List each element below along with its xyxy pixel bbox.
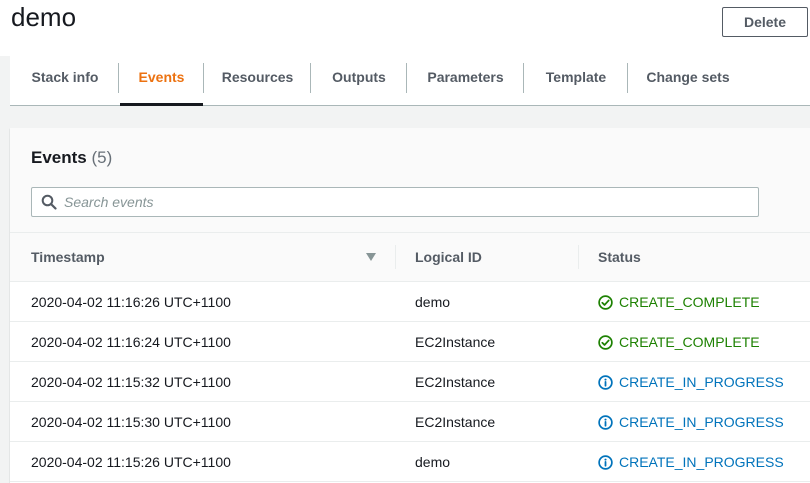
column-divider (395, 245, 396, 269)
table-row[interactable]: 2020-04-02 11:15:32 UTC+1100 EC2Instance C… (10, 362, 810, 402)
search-box (31, 187, 759, 217)
event-status: CREATE_COMPLETE (598, 282, 760, 322)
event-timestamp: 2020-04-02 11:16:26 UTC+1100 (31, 294, 231, 310)
table-row[interactable]: 2020-04-02 11:16:26 UTC+1100 demo CREATE_C… (10, 282, 810, 322)
info-circle-icon (598, 454, 613, 470)
events-panel: Events (5) Timestamp Logical ID Status 2… (10, 128, 810, 483)
tab-stack-info[interactable]: Stack info (10, 56, 120, 105)
event-status: CREATE_COMPLETE (598, 322, 760, 362)
event-timestamp: 2020-04-02 11:16:24 UTC+1100 (31, 334, 231, 350)
info-circle-icon (598, 374, 613, 390)
tab-resources[interactable]: Resources (204, 56, 311, 105)
sort-descending-icon[interactable] (365, 252, 377, 262)
search-icon (41, 194, 57, 210)
info-circle-icon (598, 414, 613, 430)
event-timestamp: 2020-04-02 11:15:32 UTC+1100 (31, 374, 231, 390)
column-header-status[interactable]: Status (598, 233, 798, 281)
cloudformation-stack-page: demo Delete Stack info Events Resources … (0, 0, 810, 483)
table-row[interactable]: 2020-04-02 11:15:30 UTC+1100 EC2Instance C… (10, 402, 810, 442)
event-status-label: CREATE_COMPLETE (619, 334, 760, 350)
tab-template[interactable]: Template (524, 56, 628, 105)
page-header: demo Delete (0, 0, 810, 56)
stack-title: demo (11, 2, 77, 32)
event-logical-id: demo (415, 454, 451, 470)
column-header-timestamp[interactable]: Timestamp (31, 233, 381, 281)
event-status-label: CREATE_IN_PROGRESS (619, 374, 784, 390)
event-logical-id: EC2Instance (415, 374, 496, 390)
event-status: CREATE_IN_PROGRESS (598, 442, 784, 482)
column-divider (578, 245, 579, 269)
event-logical-id: EC2Instance (415, 334, 496, 350)
search-events-input[interactable] (64, 188, 754, 216)
event-status-label: CREATE_IN_PROGRESS (619, 414, 784, 430)
tab-outputs[interactable]: Outputs (311, 56, 407, 105)
event-logical-id: demo (415, 294, 451, 310)
table-row[interactable]: 2020-04-02 11:16:24 UTC+1100 EC2Instance C… (10, 322, 810, 362)
events-heading-label: Events (31, 148, 87, 167)
delete-button[interactable]: Delete (722, 7, 808, 37)
column-header-logical-id[interactable]: Logical ID (415, 233, 575, 281)
events-panel-header: Events (5) (10, 128, 810, 233)
tab-divider (118, 63, 119, 93)
stack-tabs: Stack info Events Resources Outputs Para… (10, 56, 810, 106)
event-logical-id: EC2Instance (415, 414, 496, 430)
event-status-label: CREATE_COMPLETE (619, 294, 760, 310)
table-row[interactable]: 2020-04-02 11:15:26 UTC+1100 demo CREATE_I… (10, 442, 810, 482)
event-timestamp: 2020-04-02 11:15:26 UTC+1100 (31, 454, 231, 470)
event-status-label: CREATE_IN_PROGRESS (619, 454, 784, 470)
tab-change-sets[interactable]: Change sets (628, 56, 748, 105)
event-status: CREATE_IN_PROGRESS (598, 362, 784, 402)
event-timestamp: 2020-04-02 11:15:30 UTC+1100 (31, 414, 231, 430)
tab-parameters[interactable]: Parameters (407, 56, 524, 105)
tab-events[interactable]: Events (120, 56, 203, 106)
events-heading: Events (5) (31, 148, 112, 168)
check-circle-icon (598, 294, 613, 310)
events-count: (5) (91, 148, 113, 167)
event-status: CREATE_IN_PROGRESS (598, 402, 784, 442)
check-circle-icon (598, 334, 613, 350)
events-table-header: Timestamp Logical ID Status (10, 233, 810, 282)
